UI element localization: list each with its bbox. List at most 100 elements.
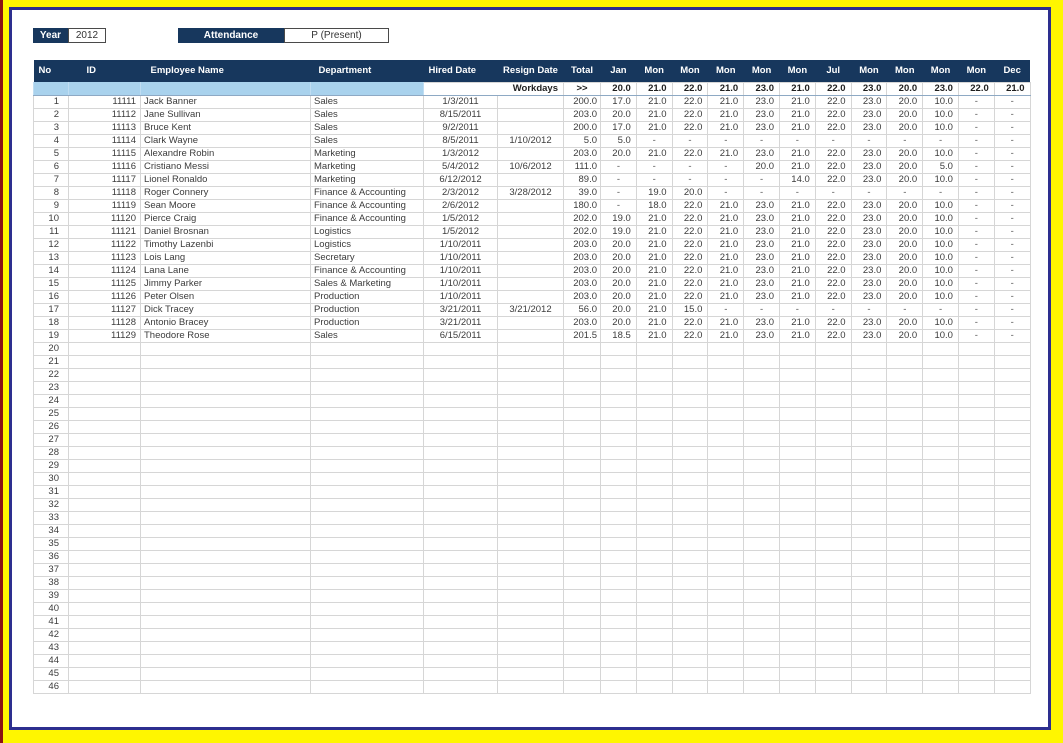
empty-cell[interactable]: [424, 394, 498, 407]
hired-date[interactable]: 2/3/2012: [424, 186, 498, 199]
workdays-month-3[interactable]: 22.0: [672, 82, 708, 95]
empty-cell[interactable]: [69, 615, 141, 628]
month-value-8[interactable]: 23.0: [851, 316, 887, 329]
resign-date[interactable]: 10/6/2012: [498, 160, 564, 173]
month-value-12[interactable]: -: [994, 199, 1030, 212]
total-days[interactable]: 180.0: [564, 199, 601, 212]
empty-cell[interactable]: [887, 407, 923, 420]
empty-cell[interactable]: [498, 472, 564, 485]
month-value-11[interactable]: -: [958, 199, 994, 212]
empty-cell[interactable]: [779, 446, 815, 459]
month-value-12[interactable]: -: [994, 186, 1030, 199]
row-number[interactable]: 44: [34, 654, 69, 667]
empty-cell[interactable]: [141, 420, 311, 433]
hired-date[interactable]: 5/4/2012: [424, 160, 498, 173]
month-value-11[interactable]: -: [958, 173, 994, 186]
empty-cell[interactable]: [887, 537, 923, 550]
empty-cell[interactable]: [994, 459, 1030, 472]
empty-cell[interactable]: [887, 602, 923, 615]
month-value-11[interactable]: -: [958, 316, 994, 329]
month-value-12[interactable]: -: [994, 173, 1030, 186]
empty-cell[interactable]: [311, 615, 424, 628]
month-value-10[interactable]: 10.0: [923, 173, 959, 186]
empty-cell[interactable]: [69, 602, 141, 615]
empty-cell[interactable]: [994, 524, 1030, 537]
empty-cell[interactable]: [994, 433, 1030, 446]
month-value-6[interactable]: 14.0: [779, 173, 815, 186]
month-value-1[interactable]: 20.0: [601, 290, 637, 303]
hired-date[interactable]: 2/6/2012: [424, 199, 498, 212]
empty-cell[interactable]: [636, 485, 672, 498]
empty-cell[interactable]: [672, 485, 708, 498]
empty-cell[interactable]: [887, 381, 923, 394]
empty-cell[interactable]: [311, 381, 424, 394]
month-value-6[interactable]: 21.0: [779, 121, 815, 134]
empty-cell[interactable]: [498, 628, 564, 641]
month-value-6[interactable]: -: [779, 303, 815, 316]
empty-cell[interactable]: [815, 524, 851, 537]
empty-cell[interactable]: [636, 641, 672, 654]
empty-cell[interactable]: [69, 641, 141, 654]
month-value-12[interactable]: -: [994, 134, 1030, 147]
month-value-5[interactable]: -: [744, 134, 780, 147]
resign-date[interactable]: [498, 329, 564, 342]
month-value-4[interactable]: 21.0: [708, 199, 744, 212]
empty-cell[interactable]: [636, 355, 672, 368]
empty-cell[interactable]: [69, 654, 141, 667]
empty-cell[interactable]: [708, 628, 744, 641]
empty-cell[interactable]: [815, 472, 851, 485]
employee-id[interactable]: 11121: [69, 225, 141, 238]
empty-cell[interactable]: [69, 394, 141, 407]
total-days[interactable]: 201.5: [564, 329, 601, 342]
empty-cell[interactable]: [923, 667, 959, 680]
empty-cell[interactable]: [636, 550, 672, 563]
empty-cell[interactable]: [636, 628, 672, 641]
month-value-8[interactable]: 23.0: [851, 173, 887, 186]
empty-cell[interactable]: [923, 394, 959, 407]
empty-cell[interactable]: [958, 472, 994, 485]
empty-cell[interactable]: [636, 511, 672, 524]
empty-cell[interactable]: [564, 537, 601, 550]
row-number[interactable]: 18: [34, 316, 69, 329]
employee-name[interactable]: Lois Lang: [141, 251, 311, 264]
empty-cell[interactable]: [851, 394, 887, 407]
empty-cell[interactable]: [815, 420, 851, 433]
empty-cell[interactable]: [564, 485, 601, 498]
month-value-2[interactable]: 21.0: [636, 251, 672, 264]
month-value-5[interactable]: 23.0: [744, 329, 780, 342]
empty-cell[interactable]: [994, 498, 1030, 511]
empty-cell[interactable]: [851, 602, 887, 615]
resign-date[interactable]: [498, 225, 564, 238]
month-value-1[interactable]: 19.0: [601, 212, 637, 225]
empty-cell[interactable]: [779, 511, 815, 524]
empty-cell[interactable]: [672, 381, 708, 394]
empty-cell[interactable]: [851, 446, 887, 459]
workdays-month-12[interactable]: 21.0: [994, 82, 1030, 95]
empty-cell[interactable]: [958, 498, 994, 511]
month-value-4[interactable]: -: [708, 303, 744, 316]
empty-cell[interactable]: [564, 628, 601, 641]
employee-name[interactable]: Lana Lane: [141, 264, 311, 277]
empty-cell[interactable]: [994, 394, 1030, 407]
empty-cell[interactable]: [672, 641, 708, 654]
empty-cell[interactable]: [744, 433, 780, 446]
month-value-1[interactable]: 5.0: [601, 134, 637, 147]
row-number[interactable]: 35: [34, 537, 69, 550]
row-number[interactable]: 41: [34, 615, 69, 628]
month-value-11[interactable]: -: [958, 212, 994, 225]
month-value-9[interactable]: 20.0: [887, 108, 923, 121]
empty-cell[interactable]: [601, 563, 637, 576]
empty-cell[interactable]: [851, 550, 887, 563]
empty-cell[interactable]: [851, 563, 887, 576]
empty-cell[interactable]: [498, 394, 564, 407]
month-value-2[interactable]: 21.0: [636, 238, 672, 251]
empty-cell[interactable]: [601, 511, 637, 524]
workdays-month-9[interactable]: 20.0: [887, 82, 923, 95]
month-value-5[interactable]: 23.0: [744, 316, 780, 329]
month-value-10[interactable]: -: [923, 186, 959, 199]
month-value-11[interactable]: -: [958, 147, 994, 160]
row-number[interactable]: 8: [34, 186, 69, 199]
empty-cell[interactable]: [424, 355, 498, 368]
employee-name[interactable]: Roger Connery: [141, 186, 311, 199]
empty-cell[interactable]: [779, 602, 815, 615]
